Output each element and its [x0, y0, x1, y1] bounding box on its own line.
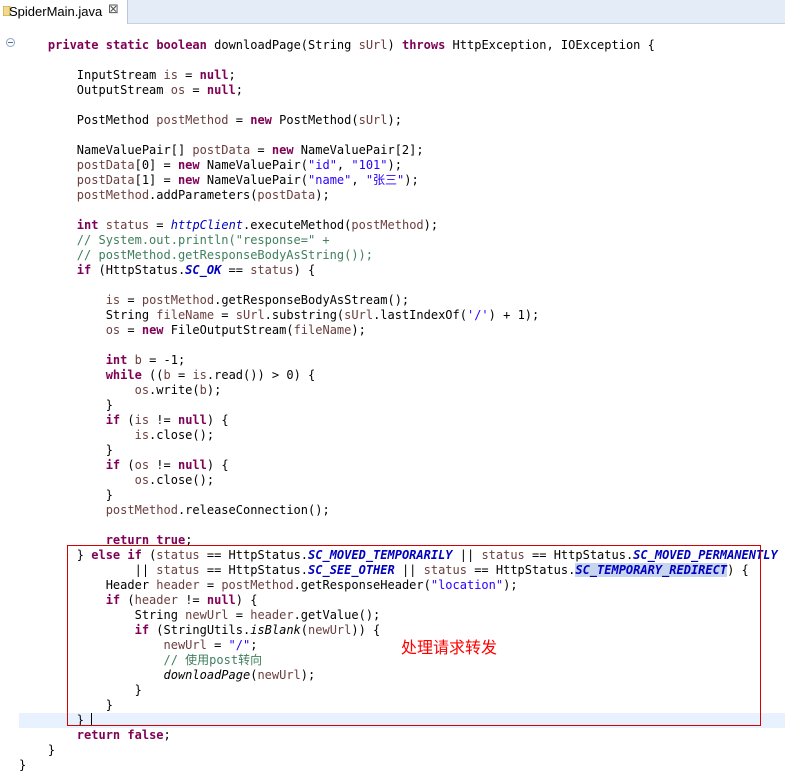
code-line: NameValuePair[] postData = new NameValue… [19, 143, 424, 157]
code-line: os.write(b); [134, 383, 222, 397]
code-line: postMethod.addParameters(postData); [76, 188, 330, 202]
code-line: int status = httpClient.executeMethod(po… [76, 218, 439, 232]
code-line: if (HttpStatus.SC_OK == status) { [76, 263, 316, 277]
code-line: // postMethod.getResponseBodyAsString())… [76, 248, 374, 262]
code-line: } [19, 758, 27, 772]
code-line: private static boolean downloadPage(Stri… [47, 38, 655, 52]
code-line: os = new FileOutputStream(fileName); [105, 323, 366, 337]
code-line: OutputStream os = null; [19, 83, 243, 97]
code-line: InputStream is = null; [19, 68, 236, 82]
code-line: postData[1] = new NameValuePair("name", … [76, 173, 419, 187]
tab-spidermain-java[interactable]: SpiderMain.java ⊠ [0, 0, 128, 24]
code-line: // System.out.println("response=" + [76, 233, 330, 247]
code-line: int b = -1; [105, 353, 186, 367]
code-line: is.close(); [134, 428, 215, 442]
code-line: } [19, 443, 113, 457]
editor-tab-bar: SpiderMain.java ⊠ [0, 0, 785, 24]
code-line: os.close(); [134, 473, 215, 487]
code-line: if (os != null) { [105, 458, 229, 472]
code-line: postData[0] = new NameValuePair("id", "1… [76, 158, 402, 172]
close-icon[interactable]: ⊠ [108, 2, 119, 17]
code-line: if (is != null) { [105, 413, 229, 427]
code-line: is = postMethod.getResponseBodyAsStream(… [105, 293, 410, 307]
code-line: PostMethod postMethod = new PostMethod(s… [19, 113, 402, 127]
annotation-label: 处理请求转发 [401, 638, 498, 657]
code-line: } [19, 488, 113, 502]
tab-label: SpiderMain.java [9, 4, 103, 19]
code-line: postMethod.releaseConnection(); [105, 503, 330, 517]
code-line: return false; [76, 728, 171, 742]
editor-gutter [0, 24, 19, 775]
code-line: while ((b = is.read()) > 0) { [105, 368, 316, 382]
code-line: } [19, 743, 56, 757]
fold-collapse-icon[interactable] [6, 38, 15, 47]
code-line: String fileName = sUrl.substring(sUrl.la… [19, 308, 540, 322]
code-line: } [19, 398, 113, 412]
